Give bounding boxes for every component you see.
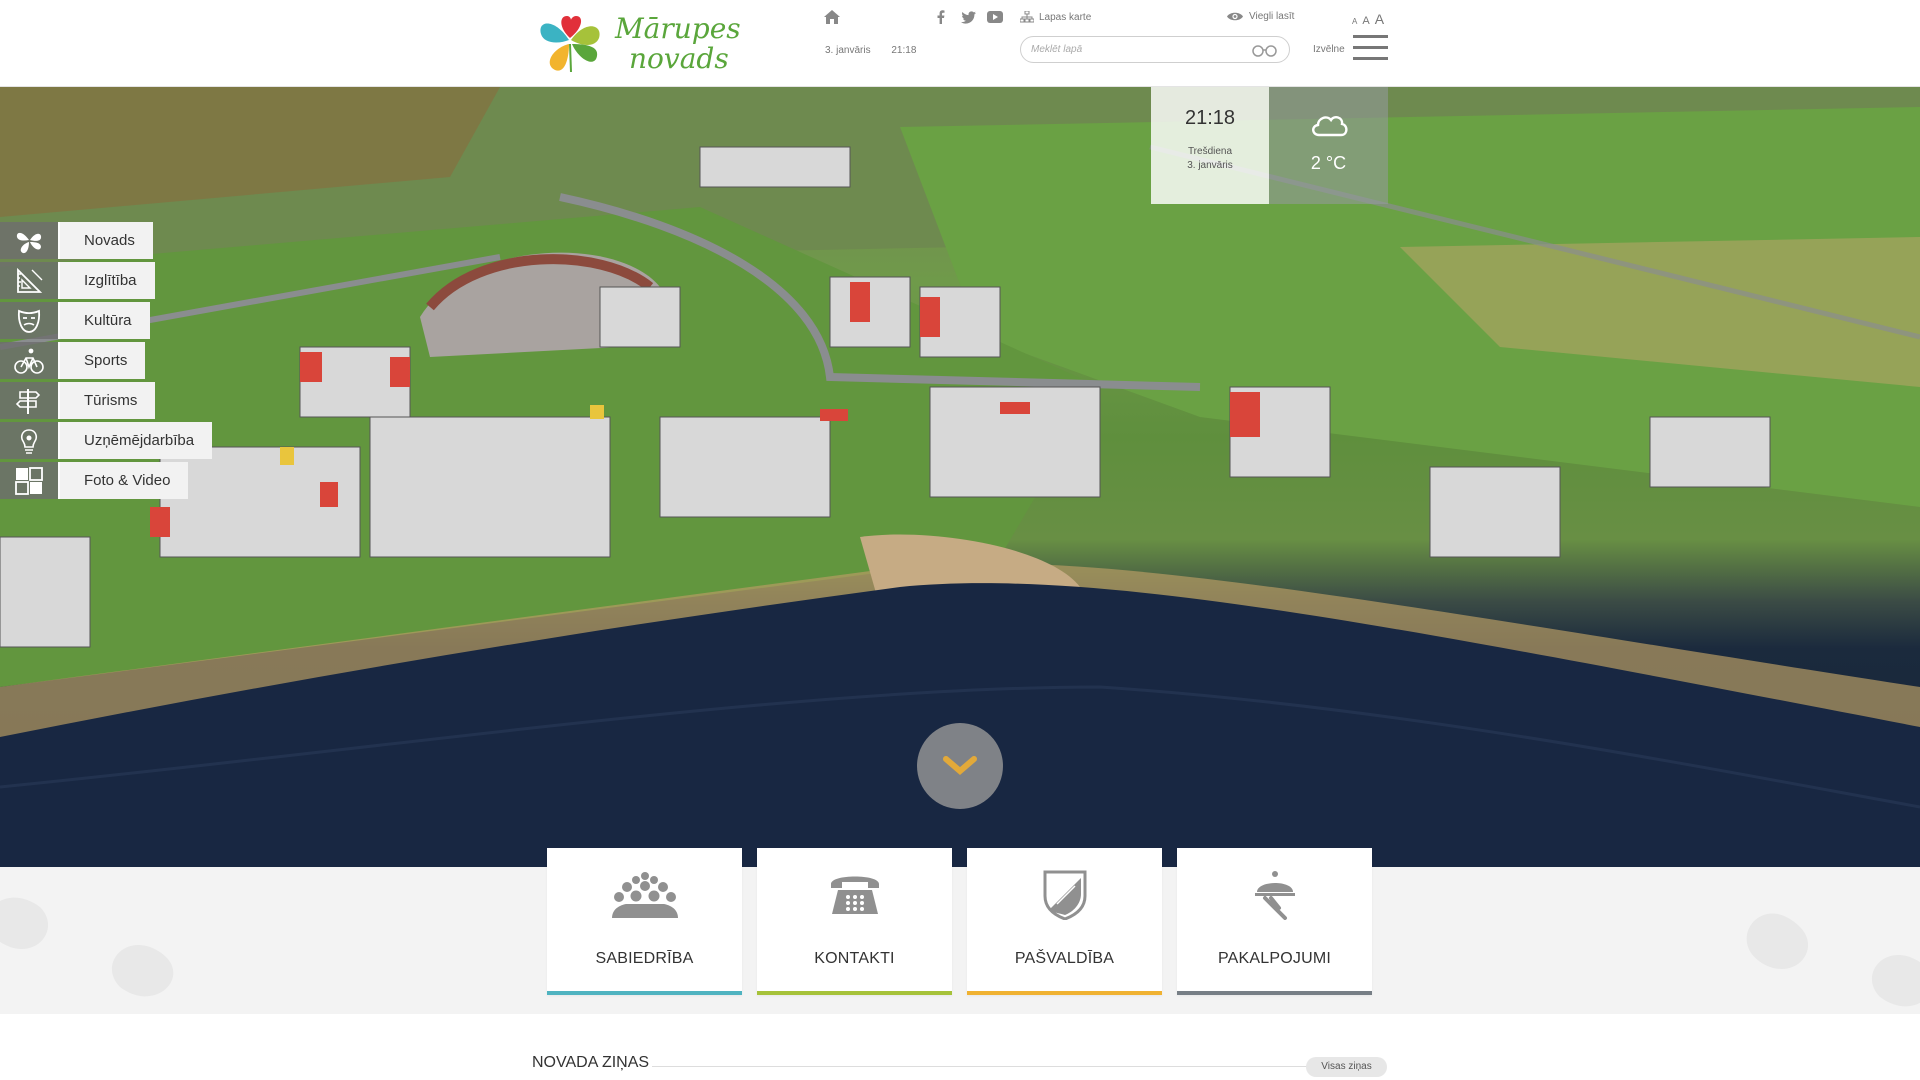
quick-link-pasvaldiba[interactable]: PAŠVALDĪBA <box>967 848 1162 995</box>
font-size-large[interactable]: A <box>1375 11 1384 27</box>
side-menu-item-foto-video[interactable]: Foto & Video <box>0 462 212 499</box>
bicycle-icon <box>0 342 58 379</box>
crowd-icon <box>547 870 742 920</box>
side-menu-label: Tūrisms <box>58 382 156 419</box>
all-news-button[interactable]: Visas ziņas <box>1306 1057 1387 1077</box>
widget-date-block: Trešdiena 3. janvāris <box>1151 145 1269 173</box>
font-size-small[interactable]: A <box>1352 17 1357 26</box>
quick-link-sabiedriba[interactable]: SABIEDRĪBA <box>547 848 742 995</box>
side-menu-item-sports[interactable]: Sports <box>0 342 212 379</box>
easy-read-link[interactable]: Viegli lasīt <box>1226 11 1294 22</box>
clock-panel: 21:18 Trešdiena 3. janvāris <box>1151 87 1269 204</box>
quick-link-color-bar <box>757 991 952 995</box>
side-menu-item-izglitiba[interactable]: Izglītība <box>0 262 212 299</box>
search-input[interactable] <box>1021 37 1241 62</box>
quick-link-kontakti[interactable]: KONTAKTI <box>757 848 952 995</box>
quick-link-color-bar <box>967 991 1162 995</box>
side-menu-label: Sports <box>58 342 146 379</box>
clover-icon <box>0 222 58 259</box>
quick-link-color-bar <box>547 991 742 995</box>
sitemap-icon <box>1020 11 1034 23</box>
side-menu-item-uznemejdarbiba[interactable]: Uzņēmējdarbība <box>0 422 213 459</box>
weather-panel: 2 °C <box>1269 87 1388 204</box>
hamburger-menu-icon[interactable] <box>1353 35 1388 61</box>
side-menu-label: Uzņēmējdarbība <box>58 422 213 459</box>
ruler-icon <box>0 262 58 299</box>
quick-link-label: PAŠVALDĪBA <box>1014 950 1115 967</box>
telephone-icon <box>757 870 952 920</box>
service-bell-icon <box>1177 870 1372 920</box>
font-size-medium[interactable]: A <box>1362 15 1369 27</box>
hero-aerial-image: 21:18 Trešdiena 3. janvāris 2 °C Novads … <box>0 87 1920 867</box>
signpost-icon <box>0 382 58 419</box>
sitemap-link[interactable]: Lapas karte <box>1020 11 1091 23</box>
side-menu-label: Foto & Video <box>58 462 189 499</box>
binoculars-icon[interactable] <box>1251 43 1279 57</box>
widget-date: 3. janvāris <box>1187 160 1233 171</box>
header-time: 21:18 <box>891 45 917 56</box>
side-menu-label: Kultūra <box>58 302 150 339</box>
site-logo[interactable]: Mārupes novads <box>535 10 741 80</box>
search-box <box>1020 36 1290 63</box>
news-divider <box>652 1066 1308 1067</box>
youtube-icon[interactable] <box>987 9 1003 25</box>
eye-icon <box>1227 12 1243 21</box>
side-menu-label: Izglītība <box>58 262 155 299</box>
quick-link-label: PAKALPOJUMI <box>1217 950 1332 967</box>
side-menu-item-kultura[interactable]: Kultūra <box>0 302 212 339</box>
widget-temperature: 2 °C <box>1310 153 1347 173</box>
widget-time: 21:18 <box>1184 107 1236 129</box>
lightbulb-icon <box>0 422 58 459</box>
quick-links-band <box>0 867 1920 1014</box>
easy-read-label: Viegli lasīt <box>1249 11 1295 22</box>
font-size-switcher: A A A <box>1352 11 1384 27</box>
logo-text-line1: Mārupes <box>615 12 741 45</box>
side-menu-label: Novads <box>58 222 153 259</box>
theatre-mask-icon <box>0 302 58 339</box>
quick-link-label: SABIEDRĪBA <box>595 950 694 967</box>
menu-label: Izvēlne <box>1313 44 1345 55</box>
clover-logo-icon <box>540 16 600 73</box>
side-menu-item-novads[interactable]: Novads <box>0 222 212 259</box>
home-icon[interactable] <box>823 9 841 25</box>
side-category-menu: Novads Izglītība Kultūra Sports Tūrisms <box>0 222 213 502</box>
decorative-clover-pattern <box>0 897 1920 1007</box>
facebook-icon[interactable] <box>933 9 949 25</box>
coat-of-arms-icon <box>967 870 1162 920</box>
chevron-down-icon <box>943 756 977 775</box>
quick-link-color-bar <box>1177 991 1372 995</box>
header-date: 3. janvāris <box>825 45 871 56</box>
quick-link-label: KONTAKTI <box>814 950 895 967</box>
site-header: Mārupes novads 3. janvāris 21:18 Lapas k… <box>0 0 1920 87</box>
header-datetime: 3. janvāris 21:18 <box>825 45 916 56</box>
logo-wordmark: Mārupes novads <box>615 14 741 74</box>
logo-text-line2: novads <box>629 42 729 75</box>
twitter-icon[interactable] <box>960 9 976 25</box>
sitemap-label: Lapas karte <box>1039 11 1092 23</box>
scroll-down-button[interactable] <box>917 723 1003 809</box>
gallery-icon <box>0 462 58 499</box>
time-weather-widget: 21:18 Trešdiena 3. janvāris 2 °C <box>1151 87 1388 204</box>
quick-link-pakalpojumi[interactable]: PAKALPOJUMI <box>1177 848 1372 995</box>
side-menu-item-turisms[interactable]: Tūrisms <box>0 382 212 419</box>
widget-weekday: Trešdiena <box>1187 146 1233 157</box>
cloud-icon <box>1269 109 1388 143</box>
social-links <box>933 9 1003 25</box>
news-section-title: NOVADA ZIŅAS <box>532 1054 650 1071</box>
